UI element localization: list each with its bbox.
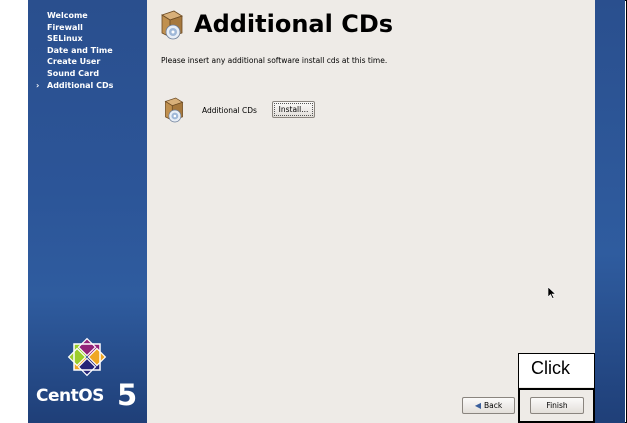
step-label: Additional CDs bbox=[47, 80, 114, 90]
instruction-text: Please insert any additional software in… bbox=[161, 56, 388, 65]
firstboot-sidebar: Welcome Firewall SELinux Date and Time C… bbox=[28, 0, 147, 423]
finish-highlight-frame bbox=[518, 388, 595, 423]
click-annotation-label: Click bbox=[531, 358, 570, 378]
additional-cds-label: Additional CDs bbox=[202, 106, 257, 115]
mouse-pointer-icon bbox=[548, 287, 556, 299]
centos-wordmark: CentOS bbox=[36, 386, 104, 406]
step-firewall: Firewall bbox=[28, 22, 147, 34]
step-welcome: Welcome bbox=[28, 10, 147, 22]
step-sound-card: Sound Card bbox=[28, 68, 147, 80]
step-selinux: SELinux bbox=[28, 33, 147, 45]
step-label: Firewall bbox=[47, 22, 83, 32]
step-date-and-time: Date and Time bbox=[28, 45, 147, 57]
centos-logo-icon bbox=[67, 337, 107, 377]
step-label: Date and Time bbox=[47, 45, 113, 55]
step-create-user: Create User bbox=[28, 56, 147, 68]
back-arrow-icon: ◀ bbox=[474, 401, 481, 410]
step-label: Welcome bbox=[47, 11, 88, 20]
software-box-icon bbox=[161, 10, 183, 40]
left-margin bbox=[0, 0, 28, 423]
step-additional-cds: › Additional CDs bbox=[28, 80, 147, 92]
step-label: Create User bbox=[47, 57, 101, 67]
current-step-marker: › bbox=[36, 80, 40, 90]
centos-version: 5 bbox=[117, 378, 138, 412]
step-label: Sound Card bbox=[47, 68, 100, 78]
install-button[interactable]: Install... bbox=[272, 101, 315, 118]
software-box-icon bbox=[164, 97, 184, 123]
step-list: Welcome Firewall SELinux Date and Time C… bbox=[28, 10, 147, 91]
right-sidebar bbox=[595, 0, 625, 423]
page-title: Additional CDs bbox=[194, 10, 394, 38]
step-label: SELinux bbox=[47, 34, 83, 44]
back-button[interactable]: ◀ Back bbox=[462, 397, 515, 414]
back-button-label: Back bbox=[483, 401, 503, 410]
